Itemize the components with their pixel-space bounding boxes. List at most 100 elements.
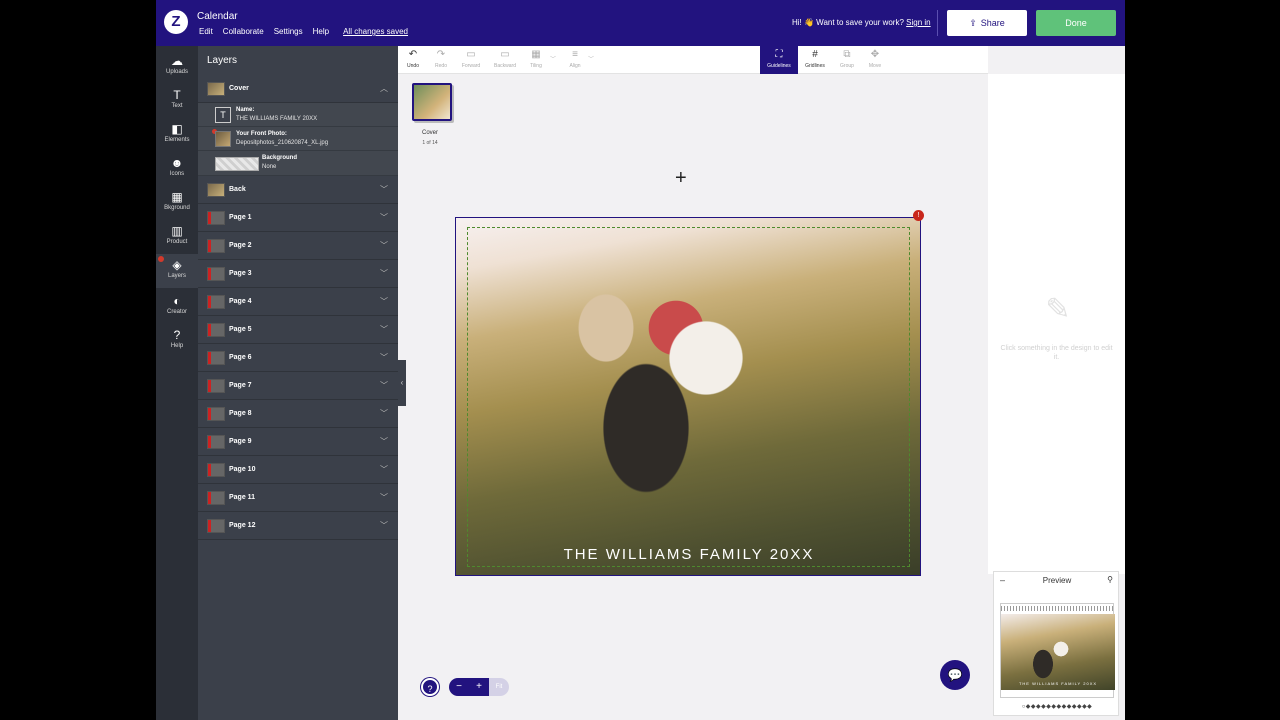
zoom-out-button[interactable]: −	[449, 678, 469, 696]
send-backward-icon: ▭	[500, 49, 510, 60]
signin-prompt-text: Hi! 👋 Want to save your work?	[792, 18, 904, 27]
layer-name: Page 11	[229, 494, 256, 501]
sublayer-name[interactable]: T Name: THE WILLIAMS FAMILY 20XX	[198, 103, 398, 127]
redo-button[interactable]: ↷ Redo	[426, 46, 456, 74]
sublayer-front-photo[interactable]: Your Front Photo: Depositphotos_21062087…	[198, 127, 398, 151]
text-icon: T	[173, 88, 181, 102]
align-button[interactable]: ≡ Align	[560, 46, 590, 74]
undo-button[interactable]: ↶ Undo	[398, 46, 428, 74]
rail-creator[interactable]: ◐ Creator	[156, 290, 198, 324]
tool-label: Align	[569, 63, 581, 69]
menu-edit[interactable]: Edit	[199, 27, 213, 36]
edit-placeholder-icon: ✎	[1045, 293, 1071, 326]
backward-button[interactable]: ▭ Backward	[490, 46, 520, 74]
layer-page-11[interactable]: Page 11 ﹀	[198, 484, 398, 512]
layer-name: Page 5	[229, 326, 252, 333]
menu-help[interactable]: Help	[313, 27, 329, 36]
menu-collaborate[interactable]: Collaborate	[223, 27, 264, 36]
page-thumbnail-cover[interactable]	[412, 83, 452, 121]
chevron-down-icon[interactable]: ﹀	[380, 492, 388, 503]
sublayer-background[interactable]: Background None	[198, 151, 398, 176]
rail-layers[interactable]: ◈ Layers	[156, 254, 198, 288]
share-button[interactable]: ⇪ Share	[947, 10, 1027, 36]
chevron-down-icon[interactable]: ﹀	[380, 352, 388, 363]
layer-page-12[interactable]: Page 12 ﹀	[198, 512, 398, 540]
properties-panel: ✎ Click something in the design to edit …	[988, 74, 1125, 574]
tool-label: Redo	[435, 63, 447, 69]
logo[interactable]: Z	[164, 10, 188, 34]
forward-button[interactable]: ▭ Forward	[456, 46, 486, 74]
zoom-icon[interactable]: ⚲	[1107, 575, 1113, 584]
rail-icons[interactable]: ☻ Icons	[156, 152, 198, 186]
rail-label: Bkground	[164, 205, 190, 211]
tool-label: Group	[840, 63, 854, 69]
preview-image[interactable]: THE WILLIAMS FAMILY 20XX	[1000, 603, 1115, 698]
layer-page-2[interactable]: Page 2 ﹀	[198, 232, 398, 260]
layer-page-6[interactable]: Page 6 ﹀	[198, 344, 398, 372]
warning-icon[interactable]: !	[913, 210, 924, 221]
redo-icon: ↷	[436, 49, 446, 60]
rail-label: Uploads	[165, 69, 188, 75]
chevron-down-icon[interactable]: ﹀	[380, 520, 388, 531]
chevron-down-icon[interactable]: ﹀	[380, 268, 388, 279]
chevron-up-icon[interactable]: ︿	[380, 83, 388, 94]
layer-page-4[interactable]: Page 4 ﹀	[198, 288, 398, 316]
rail-background[interactable]: ▦ Bkground	[156, 186, 198, 220]
design-caption-text[interactable]: THE WILLIAMS FAMILY 20XX	[456, 546, 920, 563]
layer-page-5[interactable]: Page 5 ﹀	[198, 316, 398, 344]
rail-product[interactable]: ▥ Product	[156, 220, 198, 254]
rail-text[interactable]: T Text	[156, 84, 198, 118]
chevron-down-icon[interactable]: ﹀	[380, 240, 388, 251]
layer-page-7[interactable]: Page 7 ﹀	[198, 372, 398, 400]
layer-thumbnail	[207, 435, 225, 449]
page-thumbnail-label: Cover	[421, 130, 438, 136]
chevron-down-icon[interactable]: ﹀	[380, 436, 388, 447]
move-button[interactable]: ✥ Move	[860, 46, 890, 74]
layer-page-9[interactable]: Page 9 ﹀	[198, 428, 398, 456]
chevron-down-icon[interactable]: ﹀	[380, 212, 388, 223]
layer-back[interactable]: Back ﹀	[198, 176, 398, 204]
move-icon: ✥	[870, 49, 880, 60]
collapse-panel-handle[interactable]: ‹	[398, 360, 406, 406]
saved-status[interactable]: All changes saved	[343, 27, 408, 36]
chat-icon[interactable]: 💬	[940, 660, 970, 690]
rail-elements[interactable]: ◧ Elements	[156, 118, 198, 152]
preview-page-dots[interactable]: ○◆◆◆◆◆◆◆◆◆◆◆◆◆	[994, 703, 1120, 710]
signin-link[interactable]: Sign in	[906, 18, 930, 27]
layer-name: Page 1	[229, 214, 252, 221]
chevron-down-icon[interactable]: ﹀	[380, 380, 388, 391]
chevron-down-icon[interactable]: ﹀	[380, 408, 388, 419]
layer-page-10[interactable]: Page 10 ﹀	[198, 456, 398, 484]
chevron-down-icon[interactable]: ﹀	[380, 296, 388, 307]
chevron-down-icon[interactable]: ﹀	[380, 324, 388, 335]
gridlines-button[interactable]: # Gridlines	[800, 46, 830, 74]
guidelines-button[interactable]: ⛶ Guidelines	[760, 46, 798, 74]
menu-settings[interactable]: Settings	[274, 27, 303, 36]
layer-name: Page 4	[229, 298, 252, 305]
tiling-button[interactable]: ▦ Tiling	[521, 46, 551, 74]
chevron-down-icon[interactable]: ﹀	[588, 54, 594, 63]
layer-name: Page 10	[229, 466, 256, 473]
creator-icon: ◐	[173, 294, 181, 308]
layer-page-1[interactable]: Page 1 ﹀	[198, 204, 398, 232]
done-button[interactable]: Done	[1036, 10, 1116, 36]
rail-uploads[interactable]: ☁ Uploads	[156, 50, 198, 84]
layer-name: Page 2	[229, 242, 252, 249]
zoom-fit-button[interactable]: Fit	[489, 678, 509, 696]
zoom-in-button[interactable]: +	[469, 678, 489, 696]
chevron-down-icon[interactable]: ﹀	[380, 184, 388, 195]
chevron-down-icon[interactable]: ﹀	[550, 54, 556, 63]
help-button[interactable]: ?	[421, 678, 439, 696]
layer-thumbnail	[207, 379, 225, 393]
design-canvas-photo[interactable]: THE WILLIAMS FAMILY 20XX	[455, 217, 921, 576]
page-count: 1 of 14	[422, 140, 438, 146]
signin-prompt: Hi! 👋 Want to save your work? Sign in	[792, 18, 931, 27]
add-page-crosshair-icon[interactable]: +	[675, 168, 687, 188]
preview-panel: – Preview ⚲ THE WILLIAMS FAMILY 20XX ○◆◆…	[993, 571, 1119, 716]
group-button[interactable]: ⧉ Group	[832, 46, 862, 74]
rail-help[interactable]: ? Help	[156, 324, 198, 358]
chevron-down-icon[interactable]: ﹀	[380, 464, 388, 475]
layer-cover[interactable]: Cover ︿	[198, 75, 398, 103]
layer-page-8[interactable]: Page 8 ﹀	[198, 400, 398, 428]
layer-page-3[interactable]: Page 3 ﹀	[198, 260, 398, 288]
